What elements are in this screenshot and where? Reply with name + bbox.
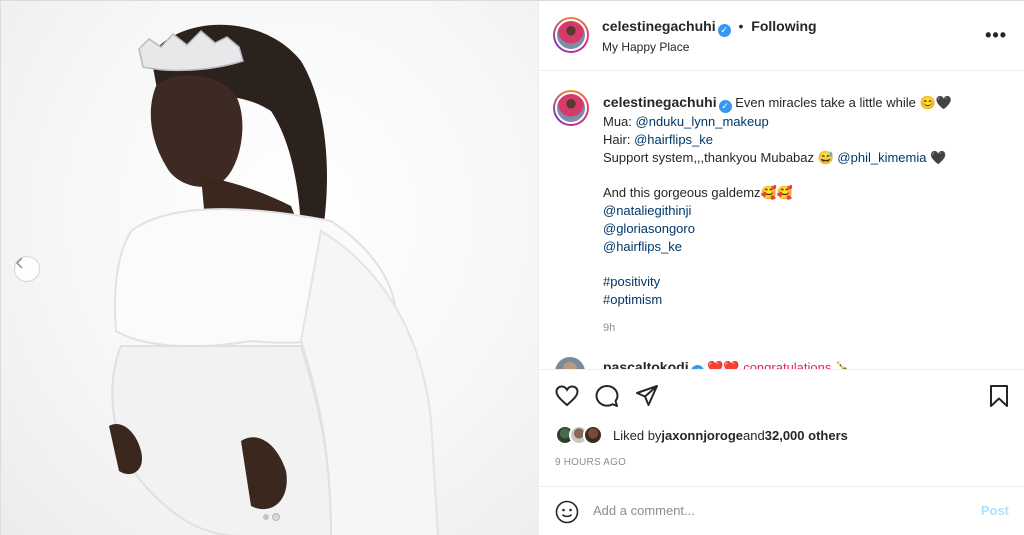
- caption-line-hair: Hair: @hairflips_ke: [603, 131, 1008, 149]
- commenter-avatar[interactable]: [555, 357, 585, 369]
- chevron-left-icon: [15, 257, 23, 269]
- bookmark-icon: [990, 385, 1008, 407]
- commenter-username[interactable]: pascaltokodi: [603, 359, 689, 369]
- location-link[interactable]: My Happy Place: [602, 40, 689, 54]
- post-caption: celestinegachuhi ✓ Even miracles take a l…: [603, 93, 1008, 337]
- action-icons: [555, 384, 659, 408]
- author-username[interactable]: celestinegachuhi: [602, 18, 716, 34]
- comments-section[interactable]: celestinegachuhi ✓ Even miracles take a l…: [539, 72, 1024, 369]
- support-text: Support system,,,thankyou Mubabaz 😅: [603, 150, 838, 165]
- comment-button[interactable]: [595, 384, 619, 408]
- comment-text-line: pascaltokodi✓ ❤️❤️ congratulations 🍾: [603, 359, 851, 369]
- caption-author-avatar[interactable]: [553, 90, 589, 126]
- likes-prefix: Liked by: [613, 427, 662, 443]
- liker-avatars: [555, 425, 603, 445]
- support-suffix: 🖤: [926, 150, 947, 165]
- maternity-photo-illustration: [109, 24, 439, 535]
- verified-badge-icon: ✓: [718, 100, 732, 113]
- liker-username[interactable]: jaxonnjoroge: [661, 428, 743, 443]
- emoji-button[interactable]: [555, 500, 579, 524]
- verified-badge-icon: ✓: [717, 24, 731, 37]
- likes-summary[interactable]: Liked by jaxonnjoroge and 32,000 others: [555, 425, 848, 445]
- comment-input[interactable]: [593, 503, 953, 518]
- header-author-line: celestinegachuhi ✓ • Following: [602, 18, 817, 37]
- likes-count[interactable]: 32,000 others: [765, 428, 848, 443]
- author-avatar[interactable]: [553, 17, 589, 53]
- caption-line-mua: Mua: @nduku_lynn_makeup: [603, 113, 1008, 131]
- mua-label: Mua:: [603, 114, 636, 129]
- comment-bubble-icon: [595, 385, 619, 407]
- mention-link[interactable]: @gloriasongoro: [603, 220, 1008, 238]
- comment-text: ❤️❤️ congratulations 🍾: [707, 360, 852, 369]
- carousel-dot: [263, 514, 269, 520]
- send-icon: [636, 385, 658, 406]
- mention-link[interactable]: @phil_kimemia: [837, 150, 926, 165]
- smiley-icon: [555, 500, 579, 524]
- mention-link[interactable]: @nduku_lynn_makeup: [636, 114, 769, 129]
- share-button[interactable]: [635, 384, 659, 408]
- carousel-dot-active: [273, 514, 279, 520]
- mention-link[interactable]: @nataliegithinji: [603, 202, 1008, 220]
- mention-link[interactable]: @hairflips_ke: [603, 238, 1008, 256]
- likes-middle: and: [743, 427, 765, 443]
- like-button[interactable]: [555, 384, 579, 408]
- heart-icon: [555, 385, 579, 407]
- post-header: celestinegachuhi ✓ • Following My Happy P…: [539, 1, 1024, 71]
- caption-line-1: celestinegachuhi ✓ Even miracles take a l…: [603, 93, 1008, 113]
- mention-link[interactable]: @hairflips_ke: [634, 132, 713, 147]
- carousel-indicator: [263, 514, 279, 520]
- hair-label: Hair:: [603, 132, 635, 147]
- separator-dot: •: [738, 18, 744, 34]
- hashtag-link[interactable]: #positivity: [603, 273, 1008, 291]
- carousel-prev-button[interactable]: [14, 256, 40, 282]
- caption-time[interactable]: 9h: [603, 319, 1008, 337]
- caption-text: Even miracles take a little while 😊🖤: [735, 95, 952, 110]
- post-modal: celestinegachuhi ✓ • Following My Happy P…: [0, 0, 1024, 535]
- post-photo[interactable]: [1, 1, 538, 535]
- caption-line-galdemz: And this gorgeous galdemz🥰🥰: [603, 185, 793, 200]
- save-button[interactable]: [987, 384, 1011, 408]
- caption-username[interactable]: celestinegachuhi: [603, 94, 717, 110]
- post-comment-button[interactable]: Post: [981, 503, 1009, 518]
- avatar: [583, 425, 603, 445]
- post-actions: Liked by jaxonnjoroge and 32,000 others …: [539, 369, 1024, 535]
- hashtag-link[interactable]: #optimism: [603, 291, 1008, 309]
- following-button[interactable]: Following: [751, 18, 816, 34]
- add-comment-form: Post: [539, 486, 1024, 535]
- more-options-icon[interactable]: •••: [985, 25, 1007, 46]
- post-timestamp[interactable]: 9 HOURS AGO: [555, 457, 626, 468]
- caption-line-support: Support system,,,thankyou Mubabaz 😅 @phi…: [603, 149, 1008, 167]
- post-details-panel: celestinegachuhi ✓ • Following My Happy P…: [538, 1, 1024, 535]
